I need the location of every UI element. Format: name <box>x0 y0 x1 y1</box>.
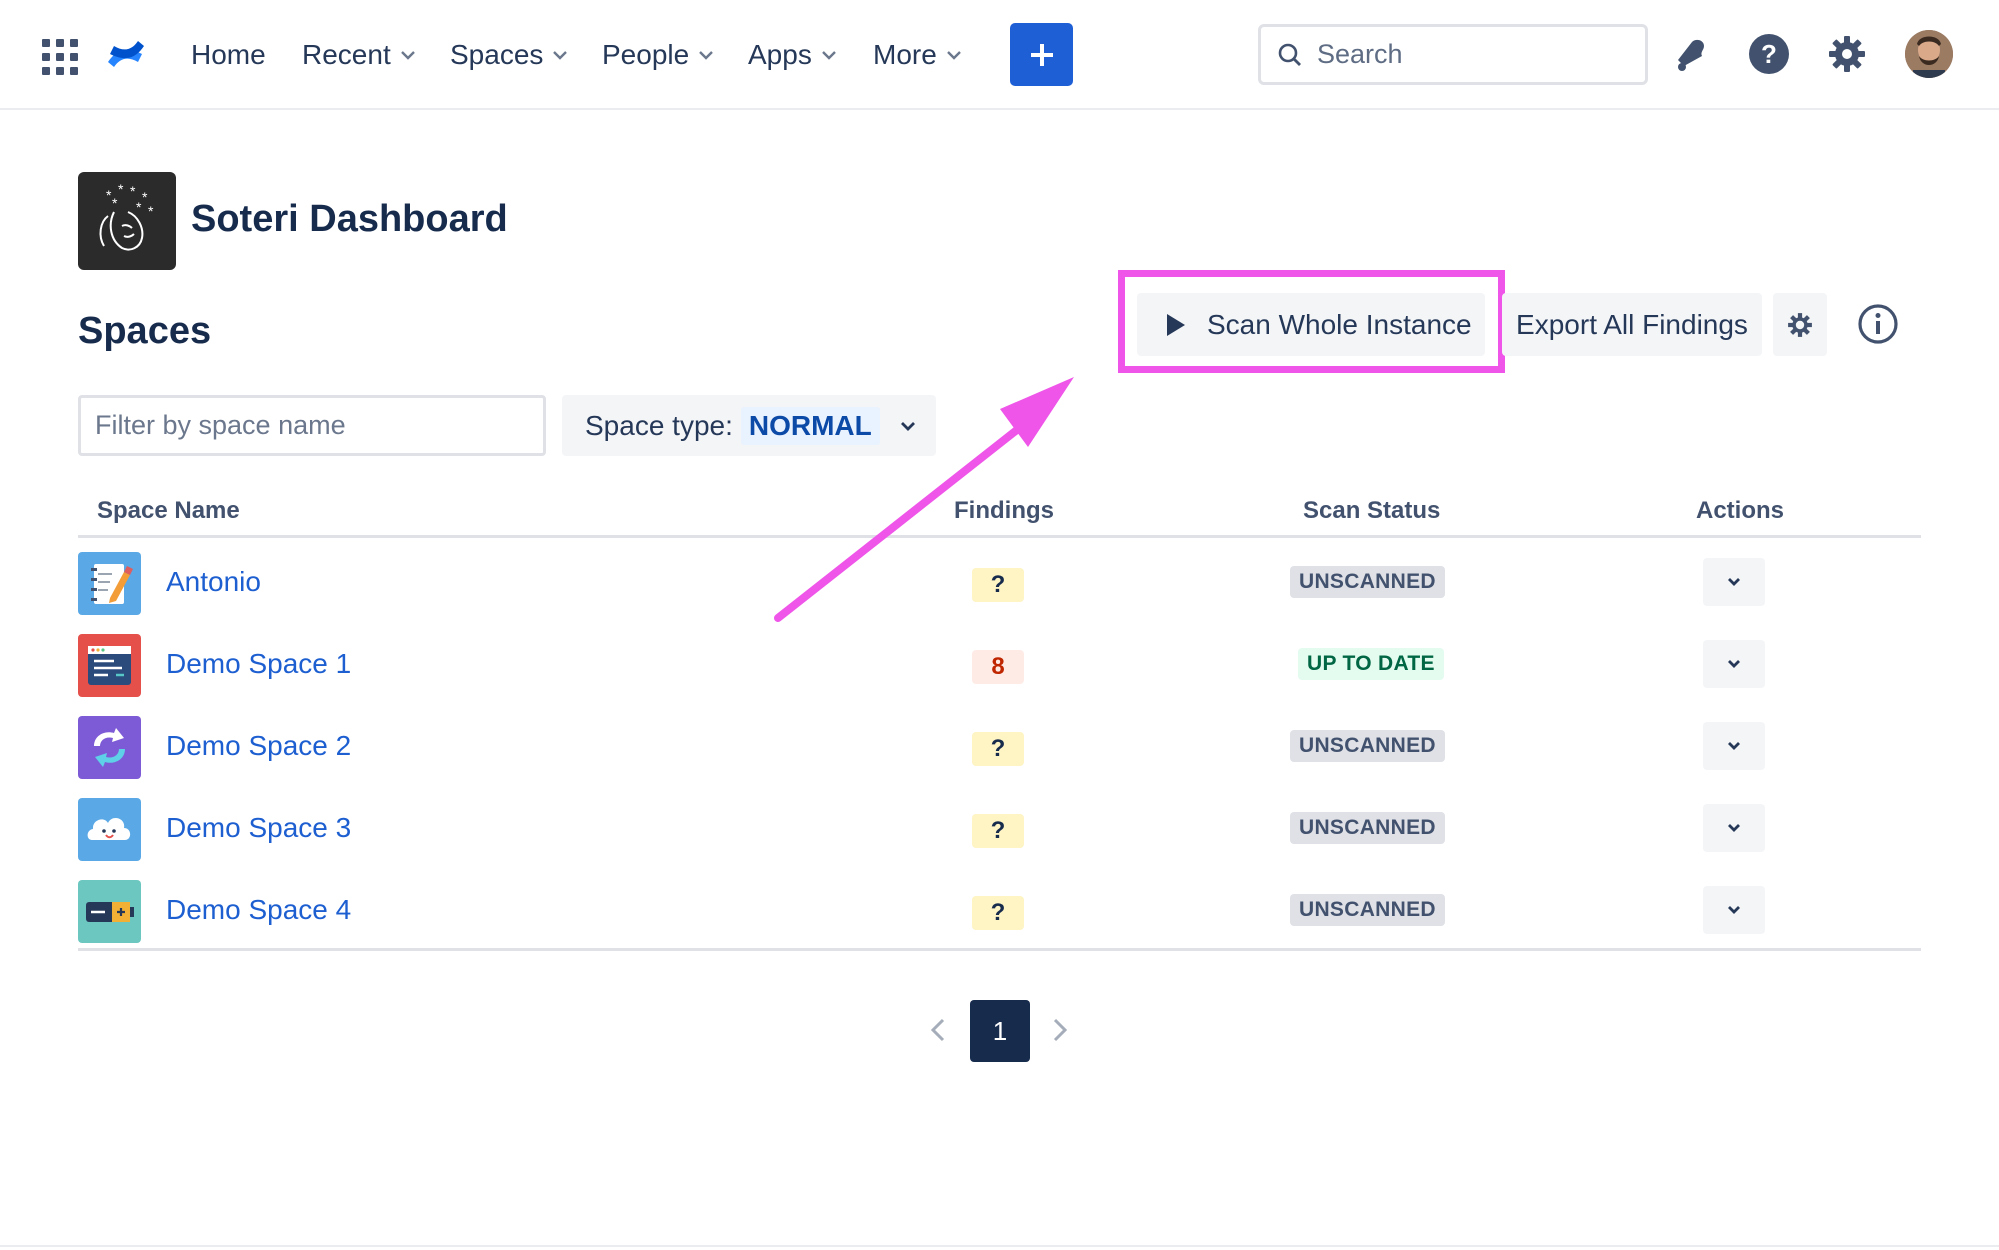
scan-status-badge: UNSCANNED <box>1290 894 1445 926</box>
chevron-down-icon <box>900 421 915 431</box>
soteri-logo-icon: * * * * * * * <box>78 172 176 270</box>
column-header-findings[interactable]: Findings <box>954 497 1054 525</box>
nav-people[interactable]: People <box>602 34 715 76</box>
findings-badge: ? <box>972 732 1024 766</box>
settings-icon[interactable] <box>1825 32 1869 76</box>
nav-apps-label: Apps <box>748 39 812 70</box>
pagination-previous-button[interactable] <box>920 1012 956 1048</box>
dashboard-settings-button[interactable] <box>1773 293 1827 356</box>
chevron-down-icon <box>946 51 961 60</box>
battery-icon <box>78 880 141 943</box>
chevron-down-icon <box>1728 578 1740 586</box>
chevron-down-icon <box>1728 906 1740 914</box>
refresh-arrows-icon <box>78 716 141 779</box>
nav-home-label: Home <box>191 39 266 70</box>
svg-text:*: * <box>130 183 136 199</box>
row-actions-button[interactable] <box>1703 722 1765 770</box>
space-type-label: Space type: <box>585 409 733 441</box>
create-button[interactable] <box>1010 23 1073 86</box>
findings-badge: ? <box>972 814 1024 848</box>
scan-status-badge: UP TO DATE <box>1298 648 1444 680</box>
table-row: Antonio ? UNSCANNED <box>78 552 1921 616</box>
space-name-link[interactable]: Demo Space 2 <box>166 730 351 762</box>
scan-status-badge: UNSCANNED <box>1290 566 1445 598</box>
notification-icon[interactable] <box>1668 32 1712 76</box>
row-actions-button[interactable] <box>1703 640 1765 688</box>
scan-status-badge: UNSCANNED <box>1290 812 1445 844</box>
confluence-logo-icon[interactable] <box>104 32 148 76</box>
nav-more-label: More <box>873 39 937 70</box>
table-row: Demo Space 2 ? UNSCANNED <box>78 716 1921 780</box>
findings-badge: 8 <box>972 650 1024 684</box>
chevron-down-icon <box>553 51 568 60</box>
search-icon <box>1278 43 1301 66</box>
chevron-down-icon <box>699 51 714 60</box>
svg-text:*: * <box>112 195 118 211</box>
row-actions-button[interactable] <box>1703 804 1765 852</box>
table-bottom-divider <box>78 948 1921 951</box>
nav-apps[interactable]: Apps <box>748 34 838 76</box>
search-input[interactable] <box>1317 39 1617 70</box>
column-header-actions: Actions <box>1696 497 1785 524</box>
search-box[interactable] <box>1258 24 1648 85</box>
svg-text:*: * <box>118 181 124 197</box>
help-icon[interactable]: ? <box>1747 32 1791 76</box>
findings-badge: ? <box>972 568 1024 602</box>
space-type-dropdown[interactable]: Space type: NORMAL <box>562 395 936 456</box>
nav-recent-label: Recent <box>302 39 391 70</box>
chevron-right-icon <box>1053 1018 1068 1042</box>
column-header-space-name[interactable]: Space Name <box>97 497 240 525</box>
info-icon[interactable] <box>1857 303 1899 345</box>
nav-spaces-label: Spaces <box>450 39 544 70</box>
table-row: Demo Space 1 8 UP TO DATE <box>78 634 1921 698</box>
notepad-pencil-icon <box>78 552 141 615</box>
top-navigation: Home Recent Spaces People Apps More ? <box>0 0 1999 110</box>
scan-status-badge: UNSCANNED <box>1290 730 1445 762</box>
table-row: Demo Space 3 ? UNSCANNED <box>78 798 1921 862</box>
chevron-down-icon <box>1728 660 1740 668</box>
chevron-left-icon <box>930 1018 945 1042</box>
export-all-findings-label: Export All Findings <box>1516 308 1748 340</box>
space-type-value: NORMAL <box>740 406 880 445</box>
nav-spaces[interactable]: Spaces <box>450 34 569 76</box>
pagination-next-button[interactable] <box>1042 1012 1078 1048</box>
chevron-down-icon <box>400 51 415 60</box>
filter-space-name-input[interactable] <box>78 395 546 456</box>
chevron-down-icon <box>1728 742 1740 750</box>
svg-text:*: * <box>136 199 142 215</box>
table-header-divider <box>78 535 1921 538</box>
space-name-link[interactable]: Demo Space 4 <box>166 894 351 926</box>
page-title: Soteri Dashboard <box>191 198 508 240</box>
pagination-page-current[interactable]: 1 <box>970 1000 1030 1062</box>
nav-recent[interactable]: Recent <box>302 34 417 76</box>
user-avatar[interactable] <box>1905 30 1953 78</box>
nav-more[interactable]: More <box>873 34 963 76</box>
chevron-down-icon <box>821 51 836 60</box>
gear-icon <box>1788 312 1812 337</box>
chevron-down-icon <box>1728 824 1740 832</box>
app-switcher-icon[interactable] <box>40 37 80 77</box>
table-row: Demo Space 4 ? UNSCANNED <box>78 880 1921 944</box>
plus-icon <box>1030 43 1053 66</box>
export-all-findings-button[interactable]: Export All Findings <box>1502 293 1762 356</box>
footer-divider <box>0 1245 1999 1247</box>
svg-text:*: * <box>148 203 154 219</box>
space-name-link[interactable]: Antonio <box>166 566 261 598</box>
browser-window-icon <box>78 634 141 697</box>
cloud-face-icon <box>78 798 141 861</box>
row-actions-button[interactable] <box>1703 558 1765 606</box>
highlight-box <box>1118 270 1505 373</box>
nav-people-label: People <box>602 39 690 70</box>
space-name-link[interactable]: Demo Space 3 <box>166 812 351 844</box>
svg-text:?: ? <box>1761 39 1777 69</box>
findings-badge: ? <box>972 896 1024 930</box>
spaces-heading: Spaces <box>78 310 212 352</box>
nav-home[interactable]: Home <box>191 34 266 76</box>
row-actions-button[interactable] <box>1703 886 1765 934</box>
space-name-link[interactable]: Demo Space 1 <box>166 648 351 680</box>
column-header-scan-status[interactable]: Scan Status <box>1303 497 1440 525</box>
